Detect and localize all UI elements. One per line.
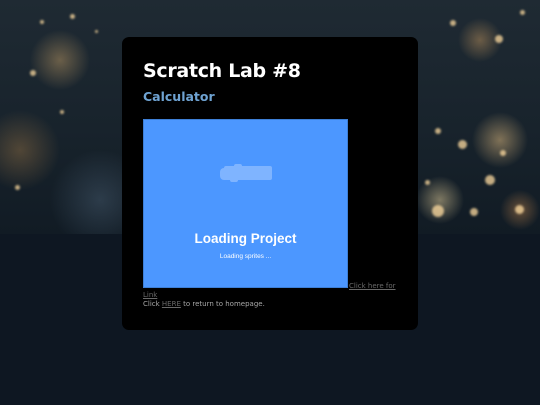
return-home-link[interactable]: HERE — [162, 300, 181, 308]
link-label-line: Link — [143, 291, 393, 300]
external-link-line: Click here for — [143, 282, 396, 291]
loading-title: Loading Project — [194, 231, 297, 246]
link-label[interactable]: Link — [143, 291, 157, 299]
return-prefix: Click — [143, 300, 162, 308]
return-suffix: to return to homepage. — [180, 300, 265, 308]
page-title: Scratch Lab #8 — [143, 60, 301, 82]
scratch-project-embed[interactable]: Loading Project Loading sprites ... — [143, 119, 348, 288]
content-card: Scratch Lab #8 Calculator Loading Projec… — [122, 37, 418, 330]
page-subtitle: Calculator — [143, 89, 215, 104]
link-block: Click here for Link Click HERE to return… — [143, 282, 396, 309]
click-here-link[interactable]: Click here for — [349, 282, 396, 290]
scratch-logo-icon — [220, 164, 272, 182]
loading-subtitle: Loading sprites ... — [219, 253, 272, 260]
return-homepage-line: Click HERE to return to homepage. — [143, 300, 393, 309]
